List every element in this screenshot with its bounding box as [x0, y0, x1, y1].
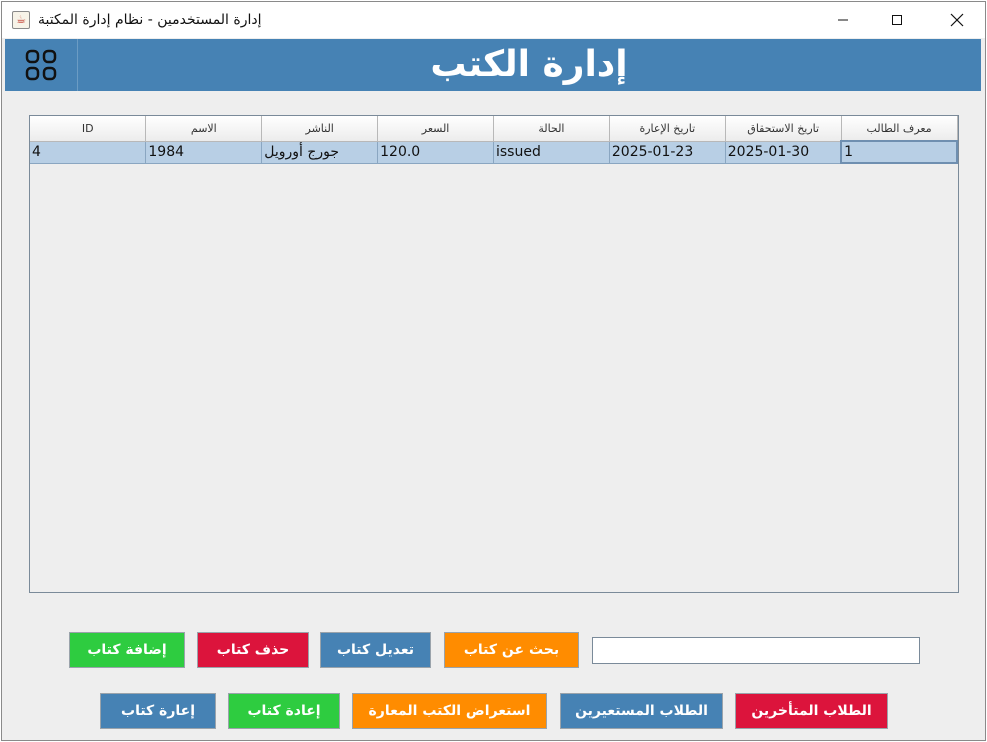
- minimize-icon: [838, 19, 848, 21]
- maximize-icon: [892, 15, 902, 25]
- table-row[interactable]: 4 1984 جورج أورويل 120.0 issued 2025-01-…: [30, 140, 958, 164]
- table-cell[interactable]: issued: [493, 141, 610, 164]
- column-header-price[interactable]: السعر: [377, 116, 494, 142]
- column-header-status[interactable]: الحالة: [493, 116, 610, 142]
- minimize-button[interactable]: [820, 2, 866, 38]
- column-header-student-id[interactable]: معرف الطالب: [841, 116, 958, 142]
- column-header-due-date[interactable]: تاريخ الاستحقاق: [725, 116, 842, 142]
- books-table[interactable]: ID الاسم الناشر السعر الحالة تاريخ الإعا…: [29, 115, 959, 593]
- title-bar: ☕ إدارة المستخدمين - نظام إدارة المكتبة: [2, 2, 985, 38]
- table-cell[interactable]: 120.0: [377, 141, 494, 164]
- window-title: إدارة المستخدمين - نظام إدارة المكتبة: [38, 12, 262, 28]
- table-cell[interactable]: 1984: [145, 141, 263, 164]
- view-borrowed-books-button[interactable]: استعراض الكتب المعارة: [352, 693, 547, 729]
- maximize-button[interactable]: [874, 2, 920, 38]
- delete-book-button[interactable]: حذف كتاب: [197, 632, 309, 668]
- edit-book-button[interactable]: تعديل كتاب: [320, 632, 431, 668]
- return-book-button[interactable]: إعادة كتاب: [228, 693, 340, 729]
- menu-button[interactable]: [5, 39, 78, 91]
- java-cup-icon: ☕: [12, 11, 30, 29]
- table-cell[interactable]: 4: [30, 141, 147, 164]
- lend-book-button[interactable]: إعارة كتاب: [100, 693, 216, 729]
- table-cell[interactable]: جورج أورويل: [261, 141, 379, 164]
- table-cell[interactable]: 1: [840, 140, 958, 164]
- column-header-id[interactable]: ID: [30, 116, 147, 142]
- column-header-name[interactable]: الاسم: [145, 116, 263, 142]
- search-input[interactable]: [592, 637, 920, 664]
- column-header-publisher[interactable]: الناشر: [261, 116, 379, 142]
- table-cell[interactable]: 2025-01-30: [725, 141, 842, 164]
- add-book-button[interactable]: إضافة كتاب: [69, 632, 185, 668]
- page-title: إدارة الكتب: [430, 44, 628, 85]
- table-header-row: ID الاسم الناشر السعر الحالة تاريخ الإعا…: [30, 116, 958, 142]
- app-window: ☕ إدارة المستخدمين - نظام إدارة المكتبة …: [1, 1, 986, 741]
- borrowing-students-button[interactable]: الطلاب المستعيرين: [560, 693, 723, 729]
- table-cell[interactable]: 2025-01-23: [609, 141, 726, 164]
- close-button[interactable]: [934, 2, 980, 38]
- grid-menu-icon: [25, 49, 57, 81]
- search-book-button[interactable]: بحث عن كتاب: [444, 632, 579, 668]
- page-header: إدارة الكتب: [5, 39, 981, 91]
- close-icon: [950, 13, 964, 27]
- column-header-issue-date[interactable]: تاريخ الإعارة: [609, 116, 726, 142]
- late-students-button[interactable]: الطلاب المتأخرين: [735, 693, 888, 729]
